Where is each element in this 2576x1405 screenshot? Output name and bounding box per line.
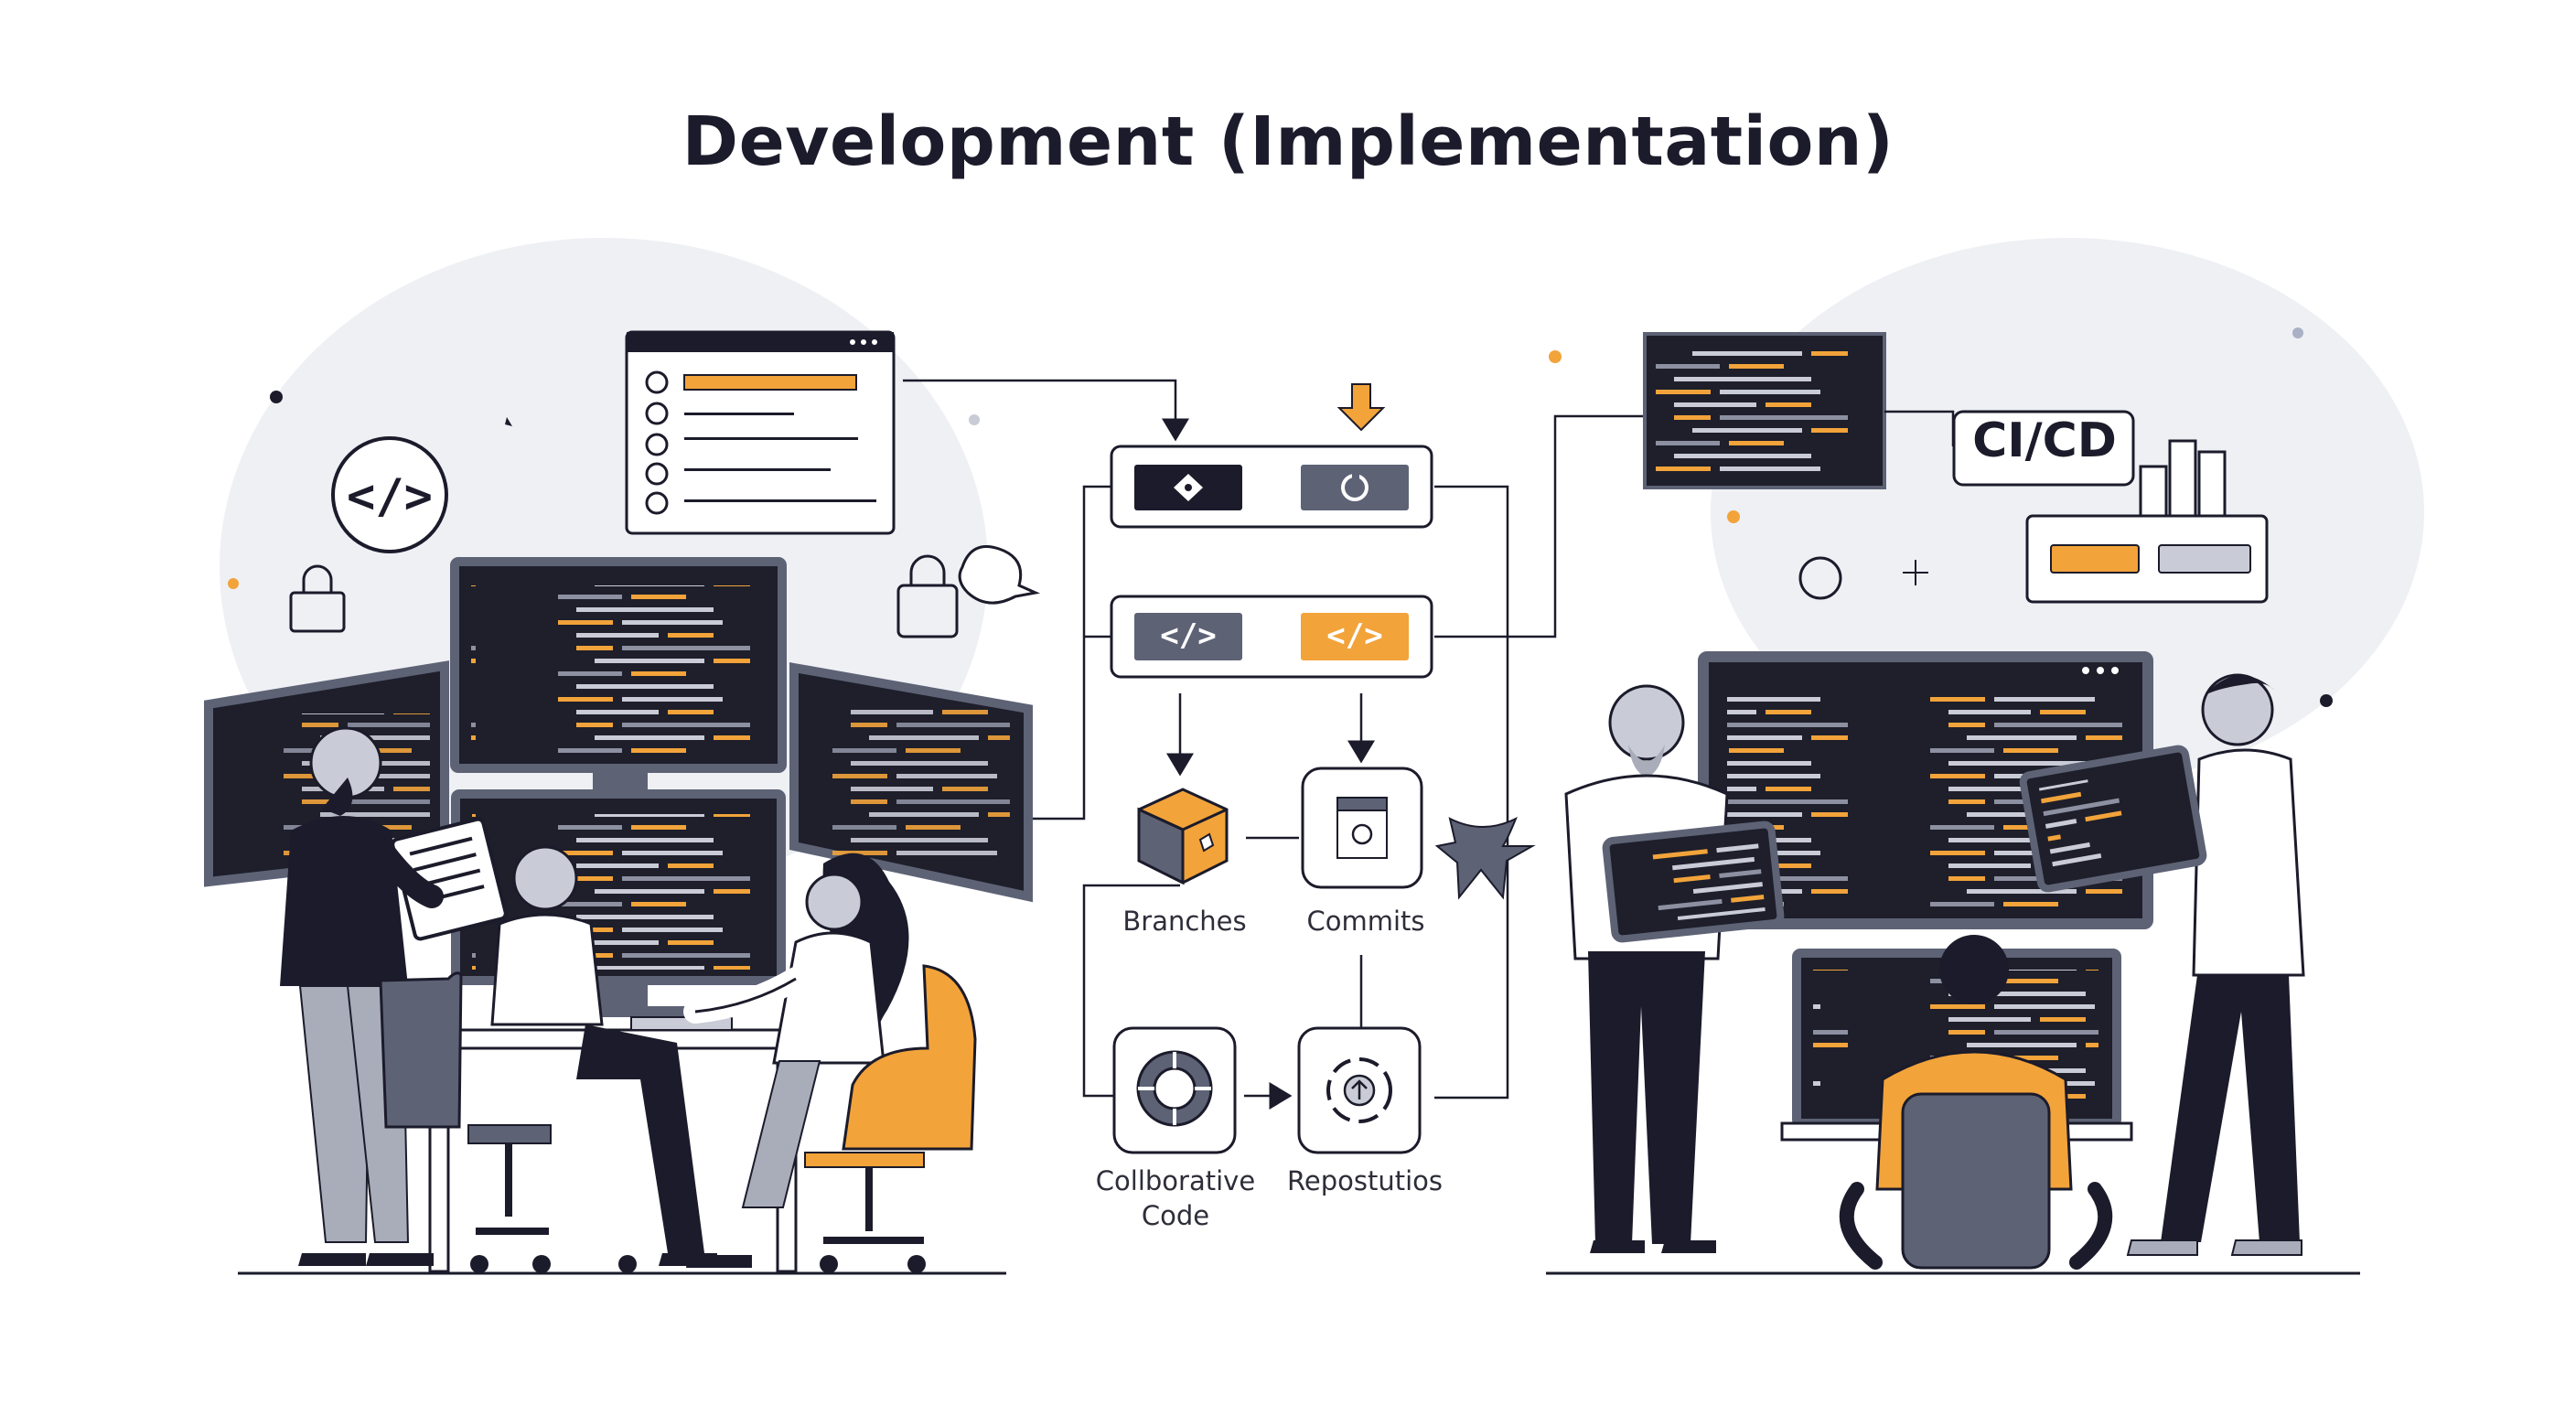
flow-step-code: </> </>	[1110, 595, 1433, 679]
chat-bubble-icon	[958, 545, 1041, 605]
flow-step-git	[1110, 445, 1433, 529]
collaborative-label-line1: Collborative	[1095, 1165, 1256, 1196]
cicd-label: CI/CD	[1972, 413, 2117, 468]
repositories-icon	[1297, 1026, 1422, 1154]
checklist-window	[625, 330, 896, 535]
merge-star-icon	[1434, 816, 1536, 900]
code-badge-icon: </>	[331, 436, 448, 553]
svg-text:</>: </>	[347, 469, 433, 524]
collaborative-code-icon	[1112, 1026, 1237, 1154]
download-arrow-icon	[1336, 383, 1386, 432]
branches-icon	[1137, 788, 1229, 885]
branches-label: Branches	[1122, 906, 1247, 937]
commits-label: Commits	[1306, 906, 1425, 937]
svg-text:</>: </>	[1160, 617, 1216, 654]
repositories-label: Repostutios	[1287, 1165, 1443, 1196]
svg-text:</>: </>	[1326, 617, 1382, 654]
collaborative-label-line2: Code	[1141, 1200, 1210, 1231]
right-workstation	[1546, 651, 2360, 1275]
page-title: Development (Implementation)	[682, 102, 1894, 181]
commits-icon	[1301, 767, 1423, 889]
